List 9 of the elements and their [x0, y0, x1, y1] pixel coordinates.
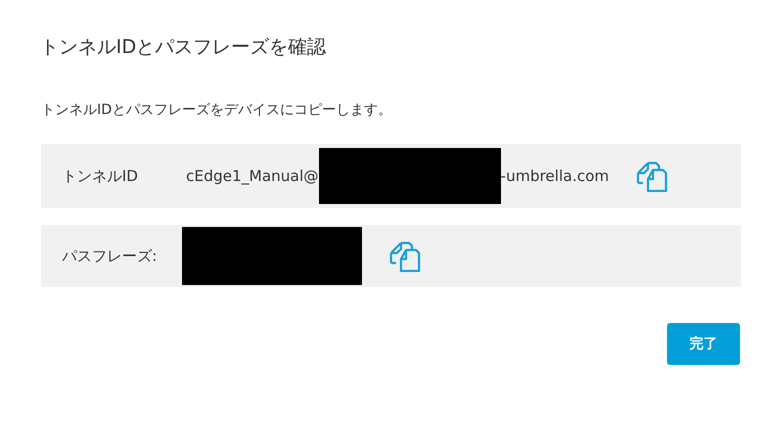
field-value: -umbrella.com: [500, 167, 609, 185]
done-button[interactable]: 完了: [667, 323, 740, 365]
field-label: トンネルID: [62, 166, 139, 186]
copy-icon[interactable]: [635, 160, 668, 192]
copy-icon[interactable]: [388, 240, 421, 272]
description: トンネルIDとパスフレーズをデバイスにコピーします。: [41, 101, 393, 120]
field-value: cEdge1_Manual@: [186, 167, 319, 185]
dialog-title: トンネルIDとパスフレーズを確認: [40, 35, 328, 60]
field-label: パスフレーズ:: [62, 246, 158, 266]
